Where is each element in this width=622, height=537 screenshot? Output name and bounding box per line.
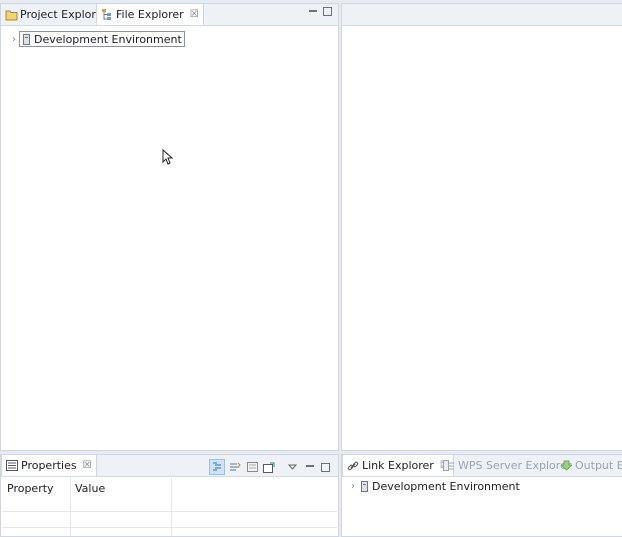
tab-file-explorer-label: File Explorer xyxy=(116,8,184,21)
tab-link-explorer-label: Link Explorer xyxy=(362,459,434,472)
properties-table: Property Value xyxy=(2,478,337,536)
column-header-property[interactable]: Property xyxy=(7,482,54,495)
tab-wps-server-explorer-label: WPS Server Explorer xyxy=(458,459,572,472)
tab-properties[interactable]: Properties ☒ xyxy=(1,455,97,476)
file-explorer-tabbar: Project Explorer File Explorer ☒ xyxy=(1,4,338,26)
editor-tabbar xyxy=(342,4,622,26)
row-divider xyxy=(2,527,337,528)
chevron-right-icon[interactable]: › xyxy=(9,34,19,45)
categories-toggle-icon[interactable] xyxy=(209,459,225,475)
tab-file-explorer[interactable]: File Explorer ☒ xyxy=(96,4,204,25)
properties-tabbar: Properties ☒ xyxy=(1,455,338,477)
properties-toolbar xyxy=(209,459,330,475)
view-menu-icon[interactable] xyxy=(285,460,299,474)
server-icon xyxy=(23,33,30,45)
properties-icon xyxy=(5,459,19,473)
tree-item-label: Development Environment xyxy=(372,480,520,493)
tab-output-explorer[interactable]: Output Exp xyxy=(556,455,622,476)
tab-wps-server-explorer[interactable]: WPS Server Explorer xyxy=(439,455,575,476)
row-divider xyxy=(2,511,337,512)
close-icon[interactable]: ☒ xyxy=(190,9,199,20)
pin-view-icon[interactable] xyxy=(262,460,276,474)
link-explorer-tabbar: Link Explorer ☒ WPS Server Explorer Outp… xyxy=(342,455,622,477)
filter-advanced-icon[interactable] xyxy=(228,460,242,474)
tree-item-development-environment[interactable]: › Development Environment xyxy=(9,31,185,47)
tree-item-label: Development Environment xyxy=(34,32,182,46)
minimize-icon[interactable] xyxy=(306,465,314,469)
editor-area xyxy=(341,3,622,451)
maximize-icon[interactable] xyxy=(321,462,330,472)
restore-defaults-icon[interactable] xyxy=(245,460,259,474)
column-header-value[interactable]: Value xyxy=(75,482,105,495)
chevron-right-icon[interactable]: › xyxy=(348,481,358,492)
server-icon xyxy=(361,481,368,492)
file-explorer-window-controls xyxy=(309,7,332,16)
project-folder-icon xyxy=(4,8,18,22)
output-arrow-icon xyxy=(559,459,573,473)
maximize-icon[interactable] xyxy=(323,7,332,16)
close-icon[interactable]: ☒ xyxy=(83,460,92,471)
properties-pane: Properties ☒ Property Value xyxy=(0,454,339,537)
tab-project-explorer-label: Project Explorer xyxy=(20,8,107,21)
tab-link-explorer[interactable]: Link Explorer ☒ xyxy=(342,455,454,476)
link-icon xyxy=(346,459,360,473)
mouse-cursor-icon xyxy=(162,149,174,165)
tab-project-explorer[interactable]: Project Explorer xyxy=(1,4,111,25)
file-tree-icon xyxy=(100,8,114,22)
wps-server-icon xyxy=(442,459,456,473)
link-explorer-pane: Link Explorer ☒ WPS Server Explorer Outp… xyxy=(341,454,622,537)
file-explorer-pane: Project Explorer File Explorer ☒ › Devel… xyxy=(0,3,339,451)
tree-item-selection: Development Environment xyxy=(19,31,185,47)
tree-item-development-environment[interactable]: › Development Environment xyxy=(348,480,520,493)
minimize-icon[interactable] xyxy=(309,9,317,14)
tab-properties-label: Properties xyxy=(21,459,77,472)
tab-output-explorer-label: Output Exp xyxy=(575,459,622,472)
